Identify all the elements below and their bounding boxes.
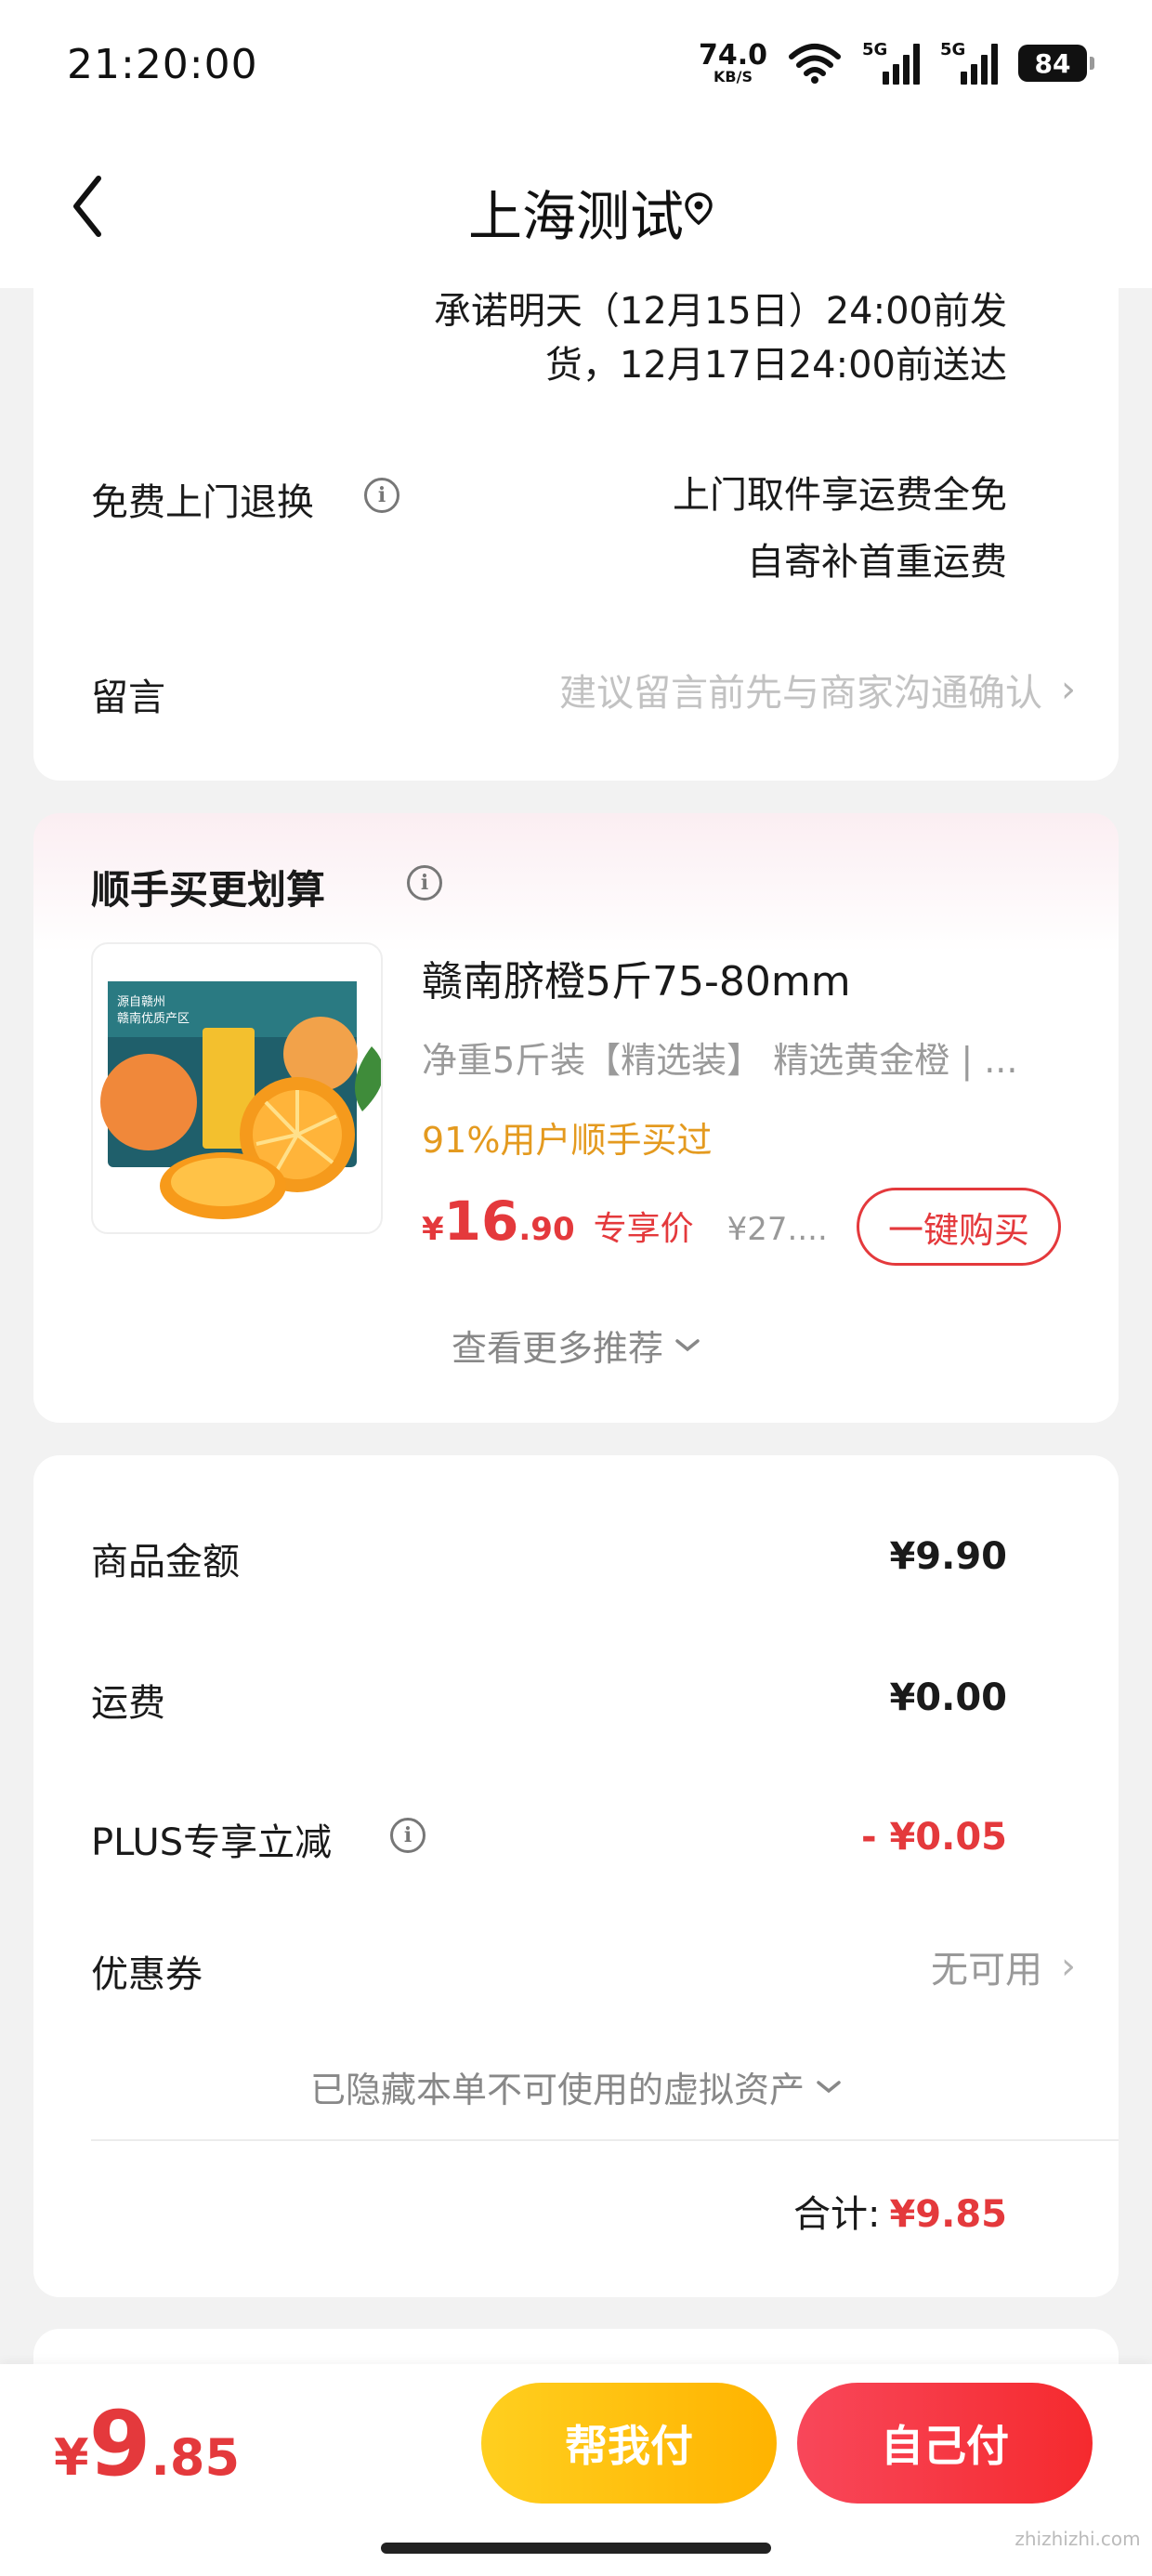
more-recommend-label: 查看更多推荐: [451, 1328, 663, 1369]
coupon-value: 无可用: [931, 1949, 1042, 1991]
home-indicator[interactable]: [381, 2543, 771, 2554]
checkout-amount-dec: .85: [151, 2428, 241, 2487]
product-title[interactable]: 赣南脐橙5斤75-80mm: [422, 948, 851, 1007]
chevron-right-icon: ›: [1061, 668, 1076, 711]
free-return-line2: 自寄补首重运费: [747, 541, 1007, 584]
total-label: 合计:: [792, 2193, 881, 2236]
info-icon[interactable]: i: [364, 478, 399, 513]
plus-discount-value: - ¥0.05: [860, 1816, 1007, 1859]
hidden-assets-label: 已隐藏本单不可使用的虚拟资产: [309, 2070, 805, 2110]
checkout-amount-int: 9: [88, 2392, 151, 2496]
signal-2-label: 5G: [940, 40, 966, 59]
divider: [91, 2139, 1119, 2141]
recommend-price: ¥ 16 .90 专享价 ¥27....: [422, 1189, 828, 1264]
image-text-1: 源自赣州: [117, 995, 165, 1009]
battery-level: 84: [1034, 47, 1071, 79]
network-speed: 74.0 KB/S: [699, 42, 767, 85]
one-click-buy-button[interactable]: 一键购买: [857, 1188, 1061, 1266]
status-icons: 74.0 KB/S 5G 5G 84: [699, 35, 1094, 91]
plus-discount-label: PLUS专享立减: [91, 1821, 333, 1864]
original-price: ¥27....: [727, 1211, 828, 1248]
more-recommend-link[interactable]: 查看更多推荐: [0, 1320, 1152, 1371]
checkout-currency: ¥: [54, 2428, 89, 2487]
price-integer: 16: [443, 1189, 519, 1253]
chevron-left-icon: [73, 176, 101, 237]
order-total: 合计: ¥9.85: [793, 2184, 1007, 2238]
checkout-total: ¥ 9 .85: [54, 2392, 241, 2496]
message-label: 留言: [91, 677, 165, 719]
wifi-icon: [789, 44, 841, 84]
cellular-signal-2-icon: 5G: [940, 40, 998, 85]
watermark: zhizhizhi.com: [1015, 2528, 1141, 2550]
info-icon[interactable]: i: [407, 865, 442, 900]
coupon-selector[interactable]: 无可用 ›: [931, 1939, 1076, 1994]
chevron-right-icon: ›: [1061, 1945, 1076, 1988]
help-pay-button[interactable]: 帮我付: [481, 2383, 777, 2504]
free-return-label: 免费上门退换: [91, 481, 314, 524]
network-speed-value: 74.0: [698, 39, 767, 72]
image-text-2: 赣南优质产区: [117, 1011, 190, 1026]
self-pay-button[interactable]: 自己付: [797, 2383, 1093, 2504]
chevron-down-icon: [817, 2080, 841, 2093]
orange-box-image: 源自赣州 赣南优质产区: [100, 981, 381, 1219]
free-return-line1: 上门取件享运费全免: [673, 474, 1007, 517]
back-button[interactable]: [59, 169, 115, 243]
delivery-promise-line1: 承诺明天（12月15日）24:00前发: [433, 290, 1007, 333]
goods-amount-value: ¥9.90: [889, 1535, 1007, 1578]
page-title: 上海测试: [467, 185, 684, 248]
signal-1-label: 5G: [862, 40, 888, 59]
social-proof: 91%用户顺手买过: [422, 1120, 713, 1161]
shipping-value: ¥0.00: [889, 1676, 1007, 1719]
hidden-assets-toggle[interactable]: 已隐藏本单不可使用的虚拟资产: [0, 2061, 1152, 2112]
location-pin-icon[interactable]: [682, 191, 715, 225]
shipping-label: 运费: [91, 1682, 165, 1725]
recommend-title: 顺手买更划算: [91, 867, 326, 913]
message-placeholder: 建议留言前先与商家沟通确认: [559, 672, 1042, 715]
delivery-promise-line2: 货，12月17日24:00前送达: [544, 344, 1007, 387]
price-symbol: ¥: [422, 1211, 444, 1248]
network-speed-unit: KB/S: [713, 68, 753, 85]
goods-amount-label: 商品金额: [91, 1541, 240, 1584]
product-specs: 净重5斤装【精选装】 精选黄金橙 | ...: [422, 1040, 1018, 1081]
price-decimal: .90: [518, 1211, 575, 1248]
coupon-label: 优惠券: [91, 1953, 203, 1996]
status-time: 21:20:00: [67, 41, 258, 88]
message-input[interactable]: 建议留言前先与商家沟通确认 ›: [559, 662, 1076, 717]
chevron-down-icon: [675, 1338, 700, 1351]
info-icon[interactable]: i: [390, 1818, 425, 1853]
product-image[interactable]: 源自赣州 赣南优质产区: [91, 942, 383, 1234]
price-tag: 专享价: [593, 1210, 694, 1248]
cellular-signal-1-icon: 5G: [862, 40, 920, 85]
total-value: ¥9.85: [889, 2193, 1007, 2236]
battery-icon: 84: [1018, 45, 1094, 82]
